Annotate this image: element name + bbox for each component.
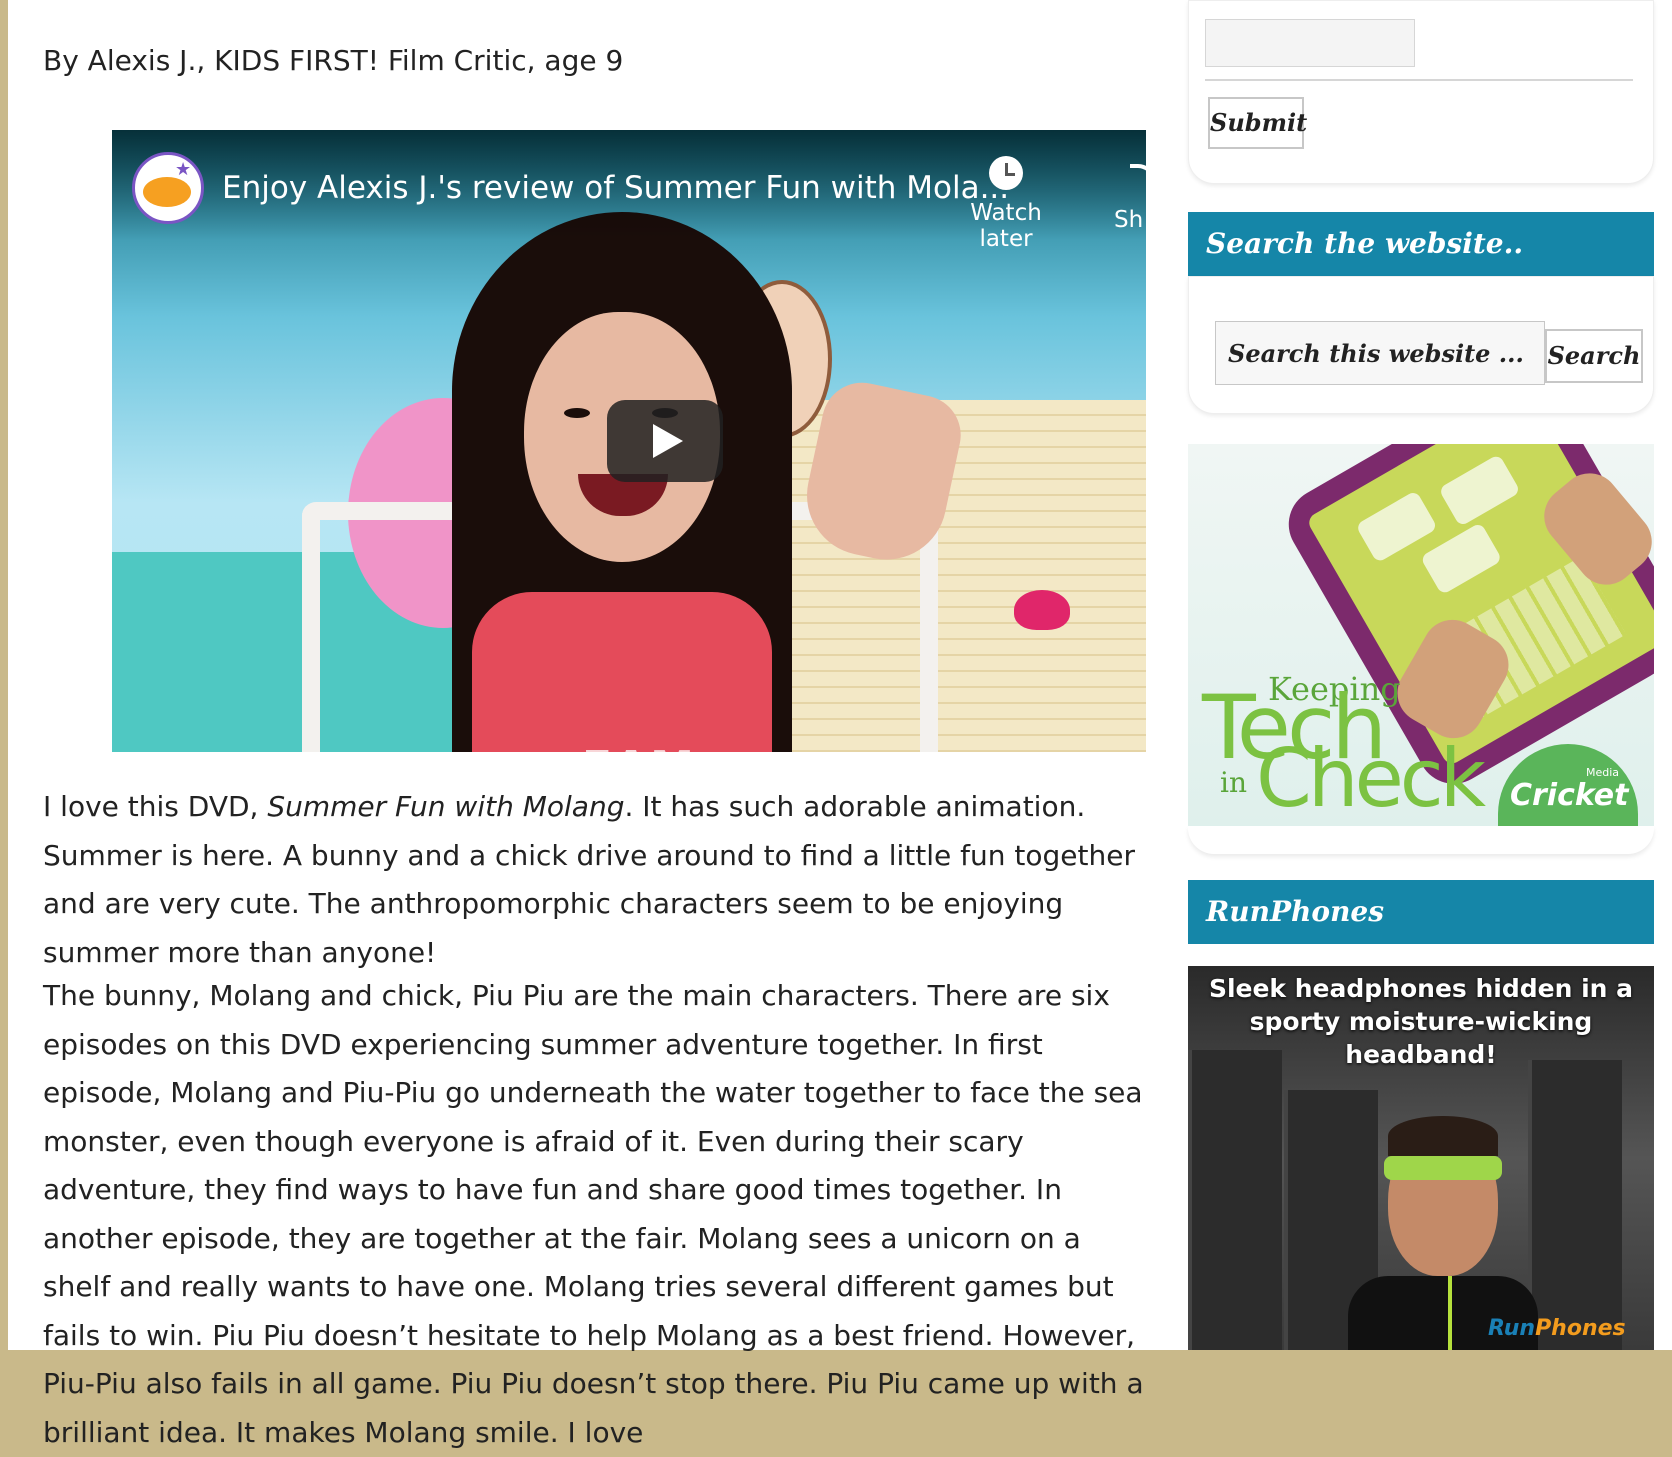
page: By Alexis J., KIDS FIRST! Film Critic, a… — [8, 0, 1672, 1449]
shirt-text: EAM — [582, 742, 696, 752]
crab-icon — [1014, 590, 1070, 630]
article-paragraph-1: I love this DVD, Summer Fun with Molang.… — [43, 783, 1148, 977]
logo-swoosh — [143, 177, 191, 207]
reviewer-shirt: EAM — [472, 592, 772, 752]
search-input[interactable] — [1215, 321, 1545, 385]
video-title[interactable]: Enjoy Alexis J.'s review of Summer Fun w… — [222, 170, 1009, 206]
runphones-headline: Sleek headphones hidden in a sporty mois… — [1208, 974, 1634, 1069]
chat-bubble-icon — [1419, 522, 1503, 596]
dvd-title: Summer Fun with Molang — [267, 790, 625, 823]
video-player[interactable]: EAM ★ Enjoy Alexis J.'s review of Summer… — [112, 130, 1146, 752]
search-widget: Search — [1188, 276, 1654, 414]
reviewer-eye-left — [564, 408, 590, 418]
runphones-widget-title: RunPhones — [1188, 880, 1654, 944]
chat-bubble-icon — [1355, 490, 1438, 564]
watch-later-button[interactable]: Watch later — [946, 156, 1066, 252]
paragraph-1-intro: I love this DVD, — [43, 790, 268, 823]
clock-icon — [989, 156, 1023, 190]
headband-icon — [1384, 1156, 1502, 1180]
share-label[interactable]: Sh — [1114, 207, 1143, 233]
article-paragraph-2: The bunny, Molang and chick, Piu Piu are… — [43, 979, 1144, 1449]
runphones-ad[interactable]: Sleek headphones hidden in a sporty mois… — [1188, 966, 1654, 1350]
runphones-logo-phones: Phones — [1535, 1316, 1626, 1341]
channel-logo-icon[interactable]: ★ — [132, 152, 204, 224]
cricket-logo-text: Cricket — [1510, 778, 1629, 813]
building-illustration — [1188, 1050, 1282, 1350]
search-widget-title: Search the website.. — [1188, 212, 1654, 276]
logo-star-icon: ★ — [175, 159, 192, 180]
article-byline: By Alexis J., KIDS FIRST! Film Critic, a… — [43, 44, 624, 77]
chat-bubble-icon — [1438, 453, 1521, 527]
video-reviewer: EAM — [452, 212, 792, 752]
runphones-logo: RunPhones — [1488, 1316, 1626, 1341]
ad-card-footer — [1188, 826, 1654, 854]
share-icon[interactable] — [1130, 164, 1146, 190]
play-button[interactable] — [607, 400, 723, 482]
building-illustration — [1528, 1060, 1622, 1350]
divider — [1205, 79, 1633, 81]
ad-in-text: in — [1220, 766, 1247, 799]
headphone-cable — [1448, 1276, 1452, 1350]
subscribe-widget: Submit — [1188, 0, 1654, 184]
subscribe-input[interactable] — [1205, 19, 1415, 67]
keeping-tech-in-check-ad[interactable]: Keeping Tech in Check Media Cricket — [1188, 444, 1654, 826]
watch-later-label: Watch later — [970, 200, 1042, 252]
runphones-logo-run: Run — [1488, 1316, 1536, 1341]
submit-button[interactable]: Submit — [1208, 97, 1307, 149]
ad-check-text: Check — [1256, 732, 1486, 825]
search-button[interactable]: Search — [1545, 329, 1643, 383]
runner-hair — [1388, 1116, 1498, 1156]
